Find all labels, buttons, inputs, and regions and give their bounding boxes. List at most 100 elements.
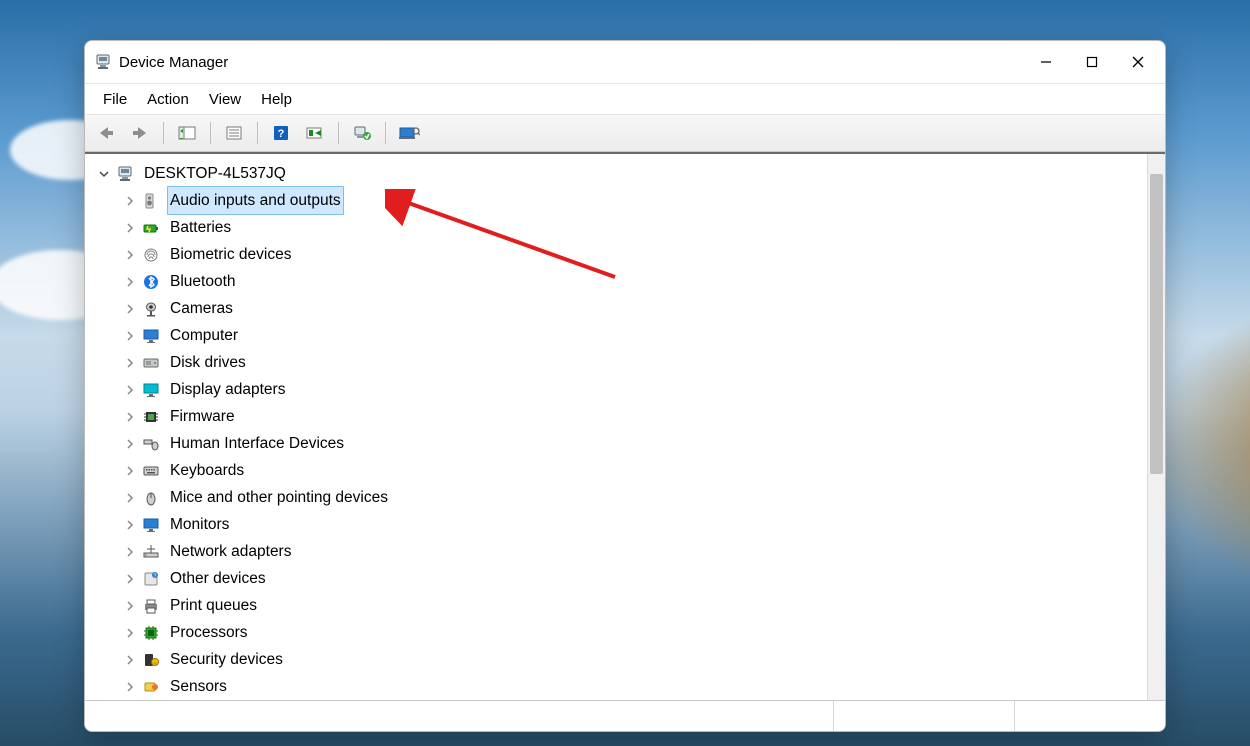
toolbar: ? [85,115,1165,152]
fingerprint-icon [141,245,161,265]
menu-file[interactable]: File [95,89,135,110]
security-icon [141,650,161,670]
tree-category[interactable]: Audio inputs and outputs [95,187,1165,214]
tree-category-label: Human Interface Devices [167,430,347,457]
tree-category[interactable]: Human Interface Devices [95,430,1165,457]
printer-icon [141,596,161,616]
scan-hardware-button[interactable] [300,119,330,147]
device-manager-window: Device Manager File Action View Help [84,40,1166,732]
close-button[interactable] [1115,41,1161,83]
other-icon: ? [141,569,161,589]
mouse-icon [141,488,161,508]
disk-icon [141,353,161,373]
expander-icon[interactable] [121,327,139,345]
tree-category-label: Network adapters [167,538,294,565]
expander-icon[interactable] [121,219,139,237]
tree-category[interactable]: Disk drives [95,349,1165,376]
tree-category[interactable]: Print queues [95,592,1165,619]
tree-category[interactable]: Security devices [95,646,1165,673]
window-title: Device Manager [119,54,228,71]
expander-icon[interactable] [121,300,139,318]
tree-root-label: DESKTOP-4L537JQ [141,160,289,187]
tree-category-label: Audio inputs and outputs [167,186,344,215]
expander-icon[interactable] [121,678,139,696]
tree-category-label: Computer [167,322,241,349]
tree-category[interactable]: Batteries [95,214,1165,241]
vertical-scrollbar[interactable] [1147,154,1165,700]
tree-root[interactable]: DESKTOP-4L537JQ [95,160,1165,187]
expander-icon[interactable] [121,516,139,534]
expander-icon[interactable] [121,381,139,399]
tree-category[interactable]: Firmware [95,403,1165,430]
tree-category[interactable]: Computer [95,322,1165,349]
titlebar: Device Manager [85,41,1165,83]
expander-icon[interactable] [121,543,139,561]
tree-category[interactable]: Keyboards [95,457,1165,484]
statusbar [85,700,1165,731]
help-button[interactable]: ? [266,119,296,147]
tree-category-label: Keyboards [167,457,247,484]
tree-category-label: Processors [167,619,251,646]
tree-category-label: Security devices [167,646,286,673]
svg-text:?: ? [154,573,157,579]
tree-category[interactable]: Bluetooth [95,268,1165,295]
monitor-icon [141,326,161,346]
add-legacy-hardware-button[interactable] [347,119,377,147]
tree-category[interactable]: Network adapters [95,538,1165,565]
content-area: DESKTOP-4L537JQAudio inputs and outputsB… [85,152,1165,700]
battery-icon [141,218,161,238]
monitor-icon [141,515,161,535]
menubar: File Action View Help [85,83,1165,115]
minimize-button[interactable] [1023,41,1069,83]
tree-category[interactable]: ? Other devices [95,565,1165,592]
tree-category-label: Print queues [167,592,260,619]
devices-by-connection-button[interactable] [394,119,424,147]
tree-category[interactable]: Mice and other pointing devices [95,484,1165,511]
expander-icon[interactable] [121,273,139,291]
expander-icon[interactable] [121,246,139,264]
expander-icon[interactable] [121,597,139,615]
tree-category[interactable]: Biometric devices [95,241,1165,268]
expander-icon[interactable] [121,651,139,669]
speaker-icon [141,191,161,211]
expander-icon[interactable] [121,489,139,507]
expander-icon[interactable] [121,570,139,588]
tree-category-label: Disk drives [167,349,249,376]
display-icon [141,380,161,400]
tree-category-label: Display adapters [167,376,288,403]
tree-category-label: Other devices [167,565,269,592]
menu-view[interactable]: View [201,89,249,110]
tree-category-label: Mice and other pointing devices [167,484,391,511]
network-icon [141,542,161,562]
expander-icon[interactable] [121,435,139,453]
expander-icon[interactable] [121,192,139,210]
keyboard-icon [141,461,161,481]
menu-help[interactable]: Help [253,89,300,110]
forward-button[interactable] [125,119,155,147]
back-button[interactable] [91,119,121,147]
tree-category[interactable]: Processors [95,619,1165,646]
show-hide-tree-button[interactable] [172,119,202,147]
tree-category[interactable]: Cameras [95,295,1165,322]
device-tree[interactable]: DESKTOP-4L537JQAudio inputs and outputsB… [85,154,1165,700]
expander-icon[interactable] [121,408,139,426]
tree-category[interactable]: Monitors [95,511,1165,538]
maximize-button[interactable] [1069,41,1115,83]
toolbar-separator [163,122,164,144]
tree-category[interactable]: Sensors [95,673,1165,700]
chip-icon [141,407,161,427]
expander-icon[interactable] [121,462,139,480]
expander-icon[interactable] [95,165,113,183]
tree-category-label: Firmware [167,403,238,430]
hid-icon [141,434,161,454]
expander-icon[interactable] [121,624,139,642]
tree-category[interactable]: Display adapters [95,376,1165,403]
svg-text:?: ? [278,128,285,140]
properties-button[interactable] [219,119,249,147]
tree-category-label: Batteries [167,214,234,241]
expander-icon[interactable] [121,354,139,372]
scrollbar-thumb[interactable] [1150,174,1163,474]
menu-action[interactable]: Action [139,89,197,110]
tree-category-label: Sensors [167,673,230,700]
tree-category-label: Cameras [167,295,236,322]
